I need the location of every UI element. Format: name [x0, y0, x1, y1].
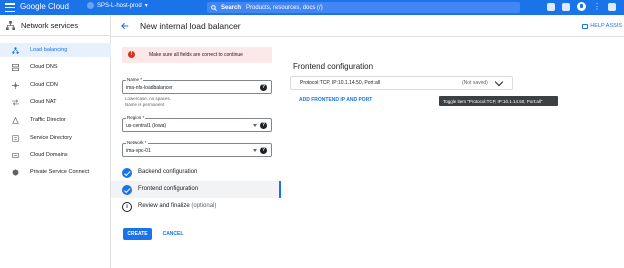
step-label: Review and finalize (optional) — [138, 203, 216, 209]
more-vert-icon[interactable]: ⋮ — [593, 2, 601, 11]
sidebar-item-cloud-cdn[interactable]: Cloud CDN — [0, 78, 111, 92]
step-label: Frontend configuration — [138, 186, 199, 192]
load-balancing-icon — [12, 46, 19, 54]
search-input[interactable]: Search Products, resources, docs (/) — [207, 2, 520, 13]
sidebar-item-label: Cloud DNS — [30, 64, 58, 70]
network-select[interactable]: Network * ima-vpc-01 ? — [122, 140, 272, 157]
search-icon — [211, 4, 217, 11]
dns-icon — [12, 63, 19, 71]
nat-icon — [12, 98, 19, 106]
cloud-shell-icon[interactable] — [547, 2, 555, 11]
name-field-hint: Lowercase, no spaces. Name is permanent — [125, 96, 171, 108]
info-icon — [122, 202, 132, 212]
header-divider — [111, 36, 624, 37]
project-selector[interactable]: SPS-L-host-prod ▾ — [87, 2, 148, 9]
main-menu-icon[interactable] — [5, 3, 15, 12]
frontend-item-status: (Not saved) — [462, 80, 488, 86]
traffic-director-icon — [12, 116, 19, 124]
step-label: Backend configuration — [138, 169, 198, 175]
sidebar-item-label: Service Directory — [30, 135, 72, 141]
toggle-tooltip: Toggle item "Protocol:TCP, IP:10.1.14.50… — [439, 96, 558, 106]
top-app-bar: Google Cloud SPS-L-host-prod ▾ Search Pr… — [0, 0, 624, 15]
cdn-icon — [12, 81, 19, 89]
error-banner: ! Make sure all fields are correct to co… — [122, 47, 272, 63]
psc-icon — [12, 168, 19, 176]
name-hint-line-2: Name is permanent — [125, 102, 165, 107]
sidebar-item-private-service-connect[interactable]: Private Service Connect — [0, 165, 111, 179]
sidebar-item-traffic-director[interactable]: Traffic Director — [0, 113, 111, 127]
check-circle-icon — [122, 185, 132, 195]
dropdown-arrow-icon — [253, 149, 257, 152]
project-icon — [87, 2, 94, 9]
domains-icon — [12, 152, 19, 158]
sidebar-item-cloud-dns[interactable]: Cloud DNS — [0, 60, 111, 74]
help-assistant-link[interactable]: HELP ASSIS — [582, 23, 622, 29]
active-step-indicator — [279, 181, 281, 198]
help-assistant-label: HELP ASSIS — [590, 23, 622, 29]
network-field-label: Network * — [126, 140, 148, 146]
error-icon: ! — [128, 51, 135, 58]
google-cloud-logo[interactable]: Google Cloud — [20, 2, 69, 11]
left-navigation: Network services Load balancing Cloud DN… — [0, 15, 111, 268]
network-field-value: ima-vpc-01 — [126, 148, 151, 154]
add-frontend-button[interactable]: ADD FRONTEND IP AND PORT — [299, 97, 372, 103]
error-message: Make sure all fields are correct to cont… — [149, 52, 243, 58]
network-services-icon — [6, 21, 15, 30]
region-field-label: Region * — [126, 115, 146, 121]
sidebar-item-label: Load balancing — [30, 47, 68, 53]
search-placeholder: Products, resources, docs (/) — [246, 4, 323, 11]
chevron-down-icon[interactable] — [494, 77, 504, 87]
optional-tag: (optional) — [191, 203, 217, 209]
check-circle-icon — [122, 168, 132, 178]
sidebar-item-cloud-nat[interactable]: Cloud NAT — [0, 95, 111, 109]
help-icon[interactable]: ? — [260, 122, 267, 129]
name-field-value: ima-nfs-loadbalancer — [126, 85, 173, 91]
sidebar-item-label: Cloud CDN — [30, 82, 58, 88]
nav-header: Network services — [0, 15, 111, 36]
chevron-down-icon: ▾ — [144, 3, 148, 9]
sidebar-item-label: Cloud NAT — [30, 99, 57, 105]
region-select[interactable]: Region * us-central1 (Iowa) ? — [122, 115, 272, 132]
sidebar-item-label: Cloud Domains — [30, 152, 68, 158]
help-icon[interactable]: ? — [260, 147, 267, 154]
service-directory-icon — [12, 134, 19, 142]
notifications-icon[interactable] — [562, 2, 570, 11]
nav-title: Network services — [21, 21, 79, 30]
back-arrow-icon[interactable] — [121, 22, 129, 30]
sidebar-item-label: Private Service Connect — [30, 169, 89, 175]
help-icon[interactable]: ? — [260, 84, 267, 91]
page-title: New internal load balancer — [140, 21, 241, 31]
sidebar-item-load-balancing[interactable]: Load balancing — [0, 43, 111, 57]
top-bar-actions: ⋮ — [547, 2, 616, 11]
name-field-label: Name * — [126, 77, 144, 83]
create-button[interactable]: CREATE — [123, 228, 152, 240]
help-assistant-icon — [582, 23, 589, 29]
name-field[interactable]: Name * ima-nfs-loadbalancer ? — [122, 77, 272, 94]
region-field-value: us-central1 (Iowa) — [126, 123, 167, 129]
sidebar-item-cloud-domains[interactable]: Cloud Domains — [0, 148, 111, 162]
sidebar-item-service-directory[interactable]: Service Directory — [0, 131, 111, 145]
account-avatar[interactable] — [608, 2, 616, 11]
cancel-button[interactable]: CANCEL — [158, 228, 188, 240]
step-label-text: Review and finalize — [138, 203, 190, 209]
project-name: SPS-L-host-prod — [97, 2, 142, 9]
frontend-item-text: Protocol:TCP, IP:10.1.14.50, Port:all — [300, 80, 380, 86]
help-icon[interactable] — [577, 2, 586, 11]
frontend-item-row[interactable]: Protocol:TCP, IP:10.1.14.50, Port:all (N… — [290, 76, 513, 90]
frontend-section-title: Frontend configuration — [293, 62, 374, 71]
search-label: Search — [221, 4, 242, 11]
sidebar-item-label: Traffic Director — [30, 117, 66, 123]
dropdown-arrow-icon — [253, 124, 257, 127]
